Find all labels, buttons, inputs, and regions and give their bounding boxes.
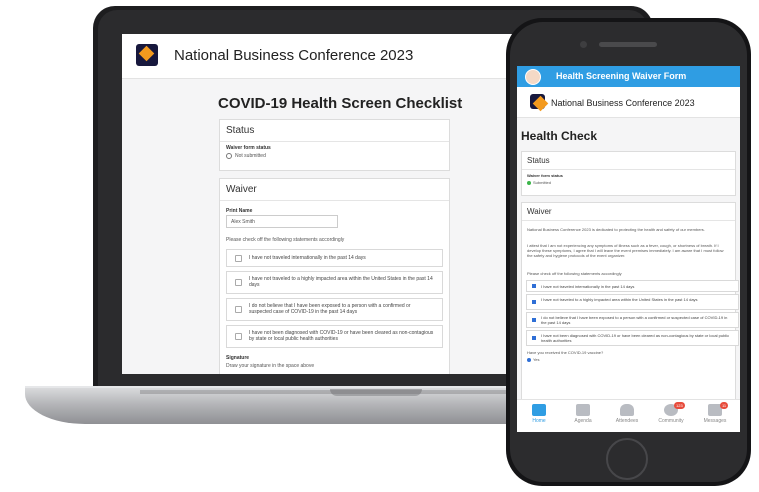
radio-selected-icon[interactable] xyxy=(527,357,531,362)
phone-top-bar-title: Health Screening Waiver Form xyxy=(556,71,687,81)
phone-screen: Health Screening Waiver Form National Bu… xyxy=(517,66,740,432)
tab-agenda[interactable]: Agenda xyxy=(561,404,605,424)
print-name-label: Print Name xyxy=(226,208,253,214)
signature-hint: Draw your signature in the space above xyxy=(226,363,315,369)
home-icon xyxy=(532,404,546,416)
checked-checkbox[interactable] xyxy=(532,336,536,340)
community-badge: 123 xyxy=(674,402,685,409)
checkbox[interactable] xyxy=(235,306,242,313)
calendar-icon xyxy=(576,404,590,416)
laptop-screen: National Business Conference 2023 COVID-… xyxy=(122,34,560,374)
waiver-status-label: Waiver form status xyxy=(527,173,563,178)
vaccine-question: Have you received the COVID-19 vaccine? xyxy=(527,350,604,355)
statement-text: I have not traveled internationally in t… xyxy=(541,284,635,289)
signature-label: Signature xyxy=(226,355,250,361)
tab-messages[interactable]: 11 Messages xyxy=(693,402,737,424)
home-button[interactable] xyxy=(606,438,648,480)
print-name-input[interactable]: Alex Smith xyxy=(226,215,338,228)
statement-checkbox-row[interactable]: I do not believe that I have been expose… xyxy=(526,312,739,328)
waiver-instruction: Please check off the following statement… xyxy=(527,271,622,276)
statement-text: I have not traveled to a highly impacted… xyxy=(249,276,433,288)
statement-text: I have not been diagnosed with COVID-19 … xyxy=(541,333,730,343)
statement-checkbox-row[interactable]: I have not been diagnosed with COVID-19 … xyxy=(526,330,739,346)
vaccine-answer-option[interactable]: Yes xyxy=(527,357,540,362)
statement-checkbox-row[interactable]: I have not traveled to a highly impacted… xyxy=(226,271,443,294)
phone-top-bar: Health Screening Waiver Form xyxy=(517,66,740,87)
laptop-header: National Business Conference 2023 xyxy=(122,34,560,79)
phone-status-card: Status Waiver form status Submitted xyxy=(521,151,736,196)
laptop-page-title: COVID-19 Health Screen Checklist xyxy=(218,95,463,112)
front-camera-icon xyxy=(580,41,587,48)
conference-logo xyxy=(530,94,545,109)
waiver-status-value: Submitted xyxy=(533,180,552,185)
tab-attendees[interactable]: Attendees xyxy=(605,404,649,424)
conference-logo xyxy=(136,44,158,66)
tab-label: Home xyxy=(532,418,546,424)
people-icon xyxy=(620,404,634,416)
statement-text: I have not traveled internationally in t… xyxy=(249,255,366,261)
laptop-header-title: National Business Conference 2023 xyxy=(174,47,414,64)
statement-text: I do not believe that I have been expose… xyxy=(541,315,728,325)
status-heading: Status xyxy=(522,152,735,170)
statement-text: I have not traveled to a highly impacted… xyxy=(541,297,698,302)
statement-checkbox-row[interactable]: I have not been diagnosed with COVID-19 … xyxy=(226,325,443,348)
waiver-status-label: Waiver form status xyxy=(226,145,271,151)
phone-waiver-card: Waiver National Business Conference 2023… xyxy=(521,202,739,404)
tab-community[interactable]: 123 Community xyxy=(649,402,693,424)
tab-home[interactable]: Home xyxy=(517,404,561,424)
status-heading: Status xyxy=(220,120,449,142)
tab-label: Attendees xyxy=(615,418,639,424)
messages-badge: 11 xyxy=(720,402,729,409)
tab-label: Messages xyxy=(703,418,727,424)
phone-speaker xyxy=(599,42,657,47)
phone-header-title: National Business Conference 2023 xyxy=(551,98,695,108)
checkbox[interactable] xyxy=(235,255,242,262)
laptop-status-card: Status Waiver form status Not submitted xyxy=(219,119,450,171)
statement-text: I have not been diagnosed with COVID-19 … xyxy=(249,330,434,342)
checked-checkbox[interactable] xyxy=(532,318,536,322)
vaccine-answer: Yes xyxy=(533,357,540,362)
waiver-heading: Waiver xyxy=(522,203,735,221)
laptop-waiver-card: Waiver Print Name Alex Smith Please chec… xyxy=(219,178,450,374)
phone-page-title: Health Check xyxy=(521,129,598,143)
waiver-paragraph-2: I attest that I am not experiencing any … xyxy=(527,243,724,258)
statement-checkbox-row[interactable]: I do not believe that I have been expose… xyxy=(226,298,443,321)
tab-label: Agenda xyxy=(574,418,592,424)
statement-text: I do not believe that I have been expose… xyxy=(249,303,411,315)
waiver-paragraph-1: National Business Conference 2023 is ded… xyxy=(527,227,705,232)
tab-label: Community xyxy=(658,418,684,424)
statement-checkbox-row[interactable]: I have not traveled internationally in t… xyxy=(226,249,443,267)
status-dot-icon xyxy=(527,180,531,185)
status-dot-icon xyxy=(226,153,232,159)
checkbox[interactable] xyxy=(235,279,242,286)
statement-checkbox-row[interactable]: I have not traveled internationally in t… xyxy=(526,280,739,292)
bottom-tab-bar: Home Agenda Attendees 123 Community 11 M… xyxy=(517,399,740,432)
waiver-heading: Waiver xyxy=(220,179,449,201)
checked-checkbox[interactable] xyxy=(532,284,536,288)
checkbox[interactable] xyxy=(235,333,242,340)
waiver-instruction: Please check off the following statement… xyxy=(226,237,345,243)
waiver-status-value: Not submitted xyxy=(235,153,266,159)
print-name-value: Alex Smith xyxy=(231,219,255,225)
checked-checkbox[interactable] xyxy=(532,300,536,304)
statement-checkbox-row[interactable]: I have not traveled to a highly impacted… xyxy=(526,294,739,310)
avatar[interactable] xyxy=(525,69,541,85)
